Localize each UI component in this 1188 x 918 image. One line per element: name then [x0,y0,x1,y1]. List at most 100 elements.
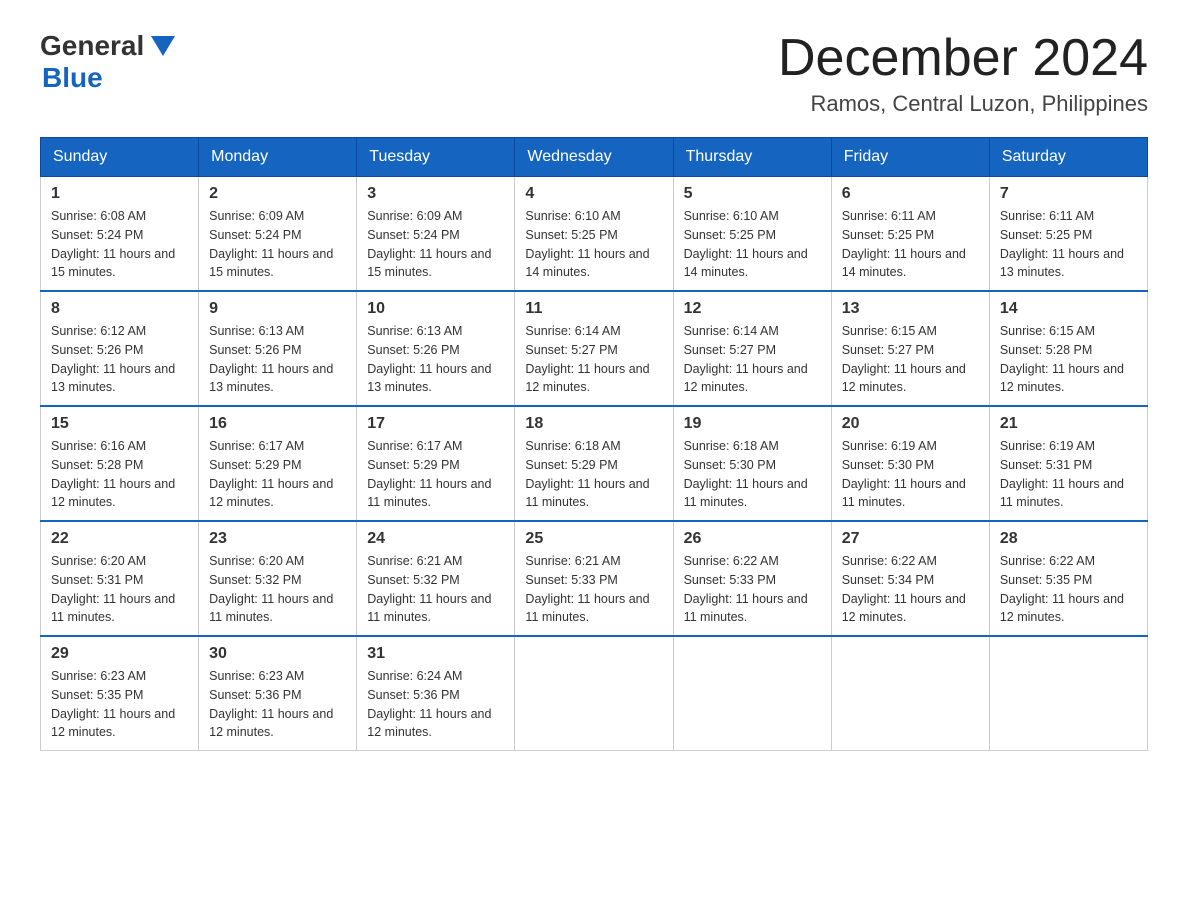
day-number: 18 [525,415,662,433]
sunrise-label: Sunrise: 6:18 AM [525,439,620,453]
day-info: Sunrise: 6:21 AM Sunset: 5:32 PM Dayligh… [367,552,504,627]
calendar-cell: 6 Sunrise: 6:11 AM Sunset: 5:25 PM Dayli… [831,177,989,292]
calendar-cell: 20 Sunrise: 6:19 AM Sunset: 5:30 PM Dayl… [831,406,989,521]
sunrise-label: Sunrise: 6:12 AM [51,324,146,338]
sunset-label: Sunset: 5:31 PM [1000,458,1092,472]
calendar-week-row: 22 Sunrise: 6:20 AM Sunset: 5:31 PM Dayl… [41,521,1148,636]
day-info: Sunrise: 6:11 AM Sunset: 5:25 PM Dayligh… [1000,207,1137,282]
logo-icon [147,28,179,60]
col-header-sunday: Sunday [41,138,199,177]
daylight-label: Daylight: 11 hours and 14 minutes. [842,247,966,280]
day-number: 26 [684,530,821,548]
sunrise-label: Sunrise: 6:23 AM [209,669,304,683]
calendar-table: SundayMondayTuesdayWednesdayThursdayFrid… [40,137,1148,751]
sunrise-label: Sunrise: 6:15 AM [842,324,937,338]
daylight-label: Daylight: 11 hours and 15 minutes. [51,247,175,280]
calendar-cell: 22 Sunrise: 6:20 AM Sunset: 5:31 PM Dayl… [41,521,199,636]
calendar-cell: 18 Sunrise: 6:18 AM Sunset: 5:29 PM Dayl… [515,406,673,521]
sunrise-label: Sunrise: 6:09 AM [209,209,304,223]
daylight-label: Daylight: 11 hours and 11 minutes. [525,477,649,510]
sunrise-label: Sunrise: 6:13 AM [209,324,304,338]
daylight-label: Daylight: 11 hours and 12 minutes. [51,477,175,510]
daylight-label: Daylight: 11 hours and 11 minutes. [525,592,649,625]
day-number: 7 [1000,185,1137,203]
day-number: 8 [51,300,188,318]
day-info: Sunrise: 6:19 AM Sunset: 5:31 PM Dayligh… [1000,437,1137,512]
calendar-header-row: SundayMondayTuesdayWednesdayThursdayFrid… [41,138,1148,177]
calendar-cell [515,636,673,751]
daylight-label: Daylight: 11 hours and 14 minutes. [525,247,649,280]
calendar-cell: 4 Sunrise: 6:10 AM Sunset: 5:25 PM Dayli… [515,177,673,292]
day-number: 4 [525,185,662,203]
daylight-label: Daylight: 11 hours and 12 minutes. [684,362,808,395]
sunrise-label: Sunrise: 6:17 AM [209,439,304,453]
title-block: December 2024 Ramos, Central Luzon, Phil… [778,30,1148,117]
calendar-cell: 29 Sunrise: 6:23 AM Sunset: 5:35 PM Dayl… [41,636,199,751]
sunset-label: Sunset: 5:25 PM [842,228,934,242]
day-info: Sunrise: 6:18 AM Sunset: 5:30 PM Dayligh… [684,437,821,512]
col-header-monday: Monday [199,138,357,177]
sunset-label: Sunset: 5:35 PM [1000,573,1092,587]
day-number: 20 [842,415,979,433]
day-number: 9 [209,300,346,318]
sunset-label: Sunset: 5:33 PM [525,573,617,587]
daylight-label: Daylight: 11 hours and 13 minutes. [209,362,333,395]
sunrise-label: Sunrise: 6:13 AM [367,324,462,338]
daylight-label: Daylight: 11 hours and 12 minutes. [842,362,966,395]
day-info: Sunrise: 6:23 AM Sunset: 5:35 PM Dayligh… [51,667,188,742]
day-number: 17 [367,415,504,433]
sunrise-label: Sunrise: 6:08 AM [51,209,146,223]
day-info: Sunrise: 6:10 AM Sunset: 5:25 PM Dayligh… [525,207,662,282]
sunset-label: Sunset: 5:27 PM [525,343,617,357]
sunrise-label: Sunrise: 6:10 AM [525,209,620,223]
sunrise-label: Sunrise: 6:17 AM [367,439,462,453]
day-number: 30 [209,645,346,663]
day-info: Sunrise: 6:22 AM Sunset: 5:33 PM Dayligh… [684,552,821,627]
calendar-cell: 23 Sunrise: 6:20 AM Sunset: 5:32 PM Dayl… [199,521,357,636]
calendar-cell: 10 Sunrise: 6:13 AM Sunset: 5:26 PM Dayl… [357,291,515,406]
daylight-label: Daylight: 11 hours and 12 minutes. [842,592,966,625]
sunset-label: Sunset: 5:27 PM [684,343,776,357]
calendar-cell: 30 Sunrise: 6:23 AM Sunset: 5:36 PM Dayl… [199,636,357,751]
sunrise-label: Sunrise: 6:19 AM [842,439,937,453]
sunrise-label: Sunrise: 6:16 AM [51,439,146,453]
sunset-label: Sunset: 5:29 PM [525,458,617,472]
sunrise-label: Sunrise: 6:10 AM [684,209,779,223]
daylight-label: Daylight: 11 hours and 12 minutes. [525,362,649,395]
day-number: 27 [842,530,979,548]
calendar-week-row: 29 Sunrise: 6:23 AM Sunset: 5:35 PM Dayl… [41,636,1148,751]
sunset-label: Sunset: 5:29 PM [367,458,459,472]
day-info: Sunrise: 6:15 AM Sunset: 5:28 PM Dayligh… [1000,322,1137,397]
day-number: 28 [1000,530,1137,548]
sunset-label: Sunset: 5:28 PM [1000,343,1092,357]
calendar-cell: 1 Sunrise: 6:08 AM Sunset: 5:24 PM Dayli… [41,177,199,292]
calendar-cell [831,636,989,751]
daylight-label: Daylight: 11 hours and 12 minutes. [1000,592,1124,625]
day-number: 11 [525,300,662,318]
daylight-label: Daylight: 11 hours and 11 minutes. [51,592,175,625]
calendar-cell: 14 Sunrise: 6:15 AM Sunset: 5:28 PM Dayl… [989,291,1147,406]
day-info: Sunrise: 6:20 AM Sunset: 5:31 PM Dayligh… [51,552,188,627]
daylight-label: Daylight: 11 hours and 11 minutes. [209,592,333,625]
daylight-label: Daylight: 11 hours and 11 minutes. [367,592,491,625]
daylight-label: Daylight: 11 hours and 11 minutes. [367,477,491,510]
daylight-label: Daylight: 11 hours and 12 minutes. [51,707,175,740]
day-number: 12 [684,300,821,318]
calendar-cell: 25 Sunrise: 6:21 AM Sunset: 5:33 PM Dayl… [515,521,673,636]
sunrise-label: Sunrise: 6:14 AM [525,324,620,338]
sunrise-label: Sunrise: 6:21 AM [525,554,620,568]
day-number: 6 [842,185,979,203]
day-info: Sunrise: 6:15 AM Sunset: 5:27 PM Dayligh… [842,322,979,397]
daylight-label: Daylight: 11 hours and 11 minutes. [1000,477,1124,510]
day-info: Sunrise: 6:17 AM Sunset: 5:29 PM Dayligh… [367,437,504,512]
sunrise-label: Sunrise: 6:24 AM [367,669,462,683]
calendar-cell [673,636,831,751]
day-number: 31 [367,645,504,663]
page-header: General Blue December 2024 Ramos, Centra… [40,30,1148,117]
calendar-week-row: 8 Sunrise: 6:12 AM Sunset: 5:26 PM Dayli… [41,291,1148,406]
daylight-label: Daylight: 11 hours and 12 minutes. [209,707,333,740]
sunrise-label: Sunrise: 6:19 AM [1000,439,1095,453]
sunrise-label: Sunrise: 6:23 AM [51,669,146,683]
day-number: 1 [51,185,188,203]
col-header-friday: Friday [831,138,989,177]
